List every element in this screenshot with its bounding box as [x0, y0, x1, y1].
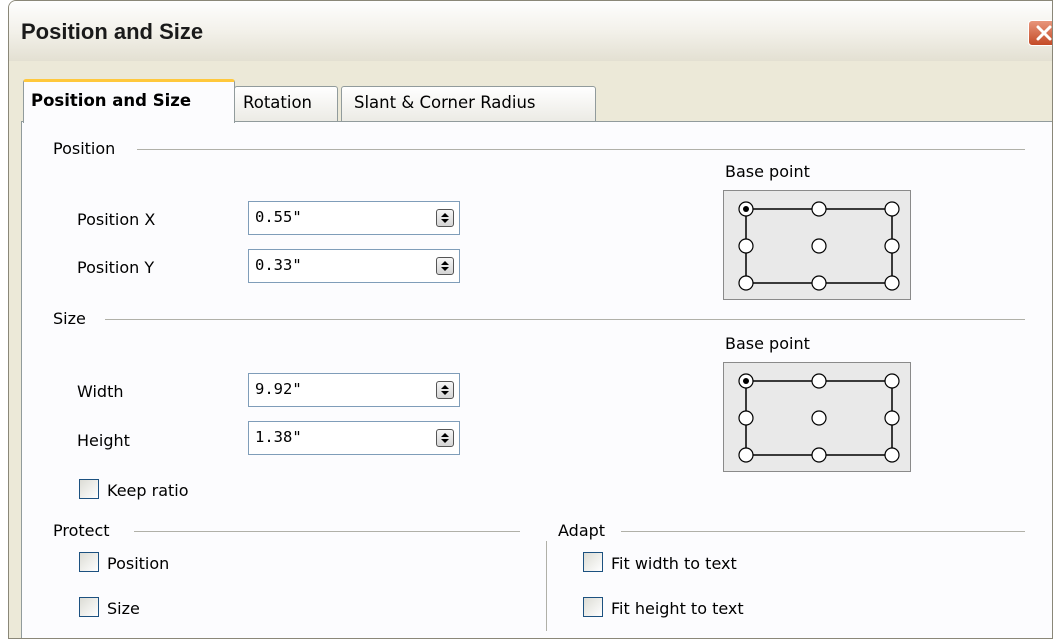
- tab-label: Position and Size: [31, 91, 192, 110]
- position-x-spinner[interactable]: [436, 209, 454, 227]
- base-point-middle-left[interactable]: [738, 410, 754, 426]
- height-label: Height: [77, 431, 130, 450]
- position-y-label: Position Y: [77, 258, 155, 277]
- protect-position-checkbox[interactable]: [79, 552, 99, 572]
- base-point-diagram: [738, 201, 900, 291]
- width-value: 9.92": [255, 380, 302, 398]
- position-base-point-grid[interactable]: [723, 190, 911, 300]
- section-vertical-divider: [546, 541, 547, 631]
- size-divider: [105, 319, 1025, 320]
- selected-point-dot: [743, 206, 749, 212]
- title-bar[interactable]: Position and Size: [9, 1, 1052, 61]
- base-point-bottom-center[interactable]: [811, 447, 827, 463]
- base-point-top-center[interactable]: [811, 201, 827, 217]
- width-field[interactable]: 9.92": [248, 373, 460, 407]
- position-heading: Position: [53, 139, 116, 158]
- base-point-bottom-left[interactable]: [738, 447, 754, 463]
- base-point-center[interactable]: [811, 238, 827, 254]
- protect-divider: [134, 531, 520, 532]
- base-point-bottom-center[interactable]: [811, 275, 827, 291]
- protect-heading: Protect: [53, 521, 110, 540]
- spin-arrows-icon: [441, 433, 449, 443]
- fit-width-checkbox[interactable]: [583, 552, 603, 572]
- fit-height-checkbox[interactable]: [583, 597, 603, 617]
- spin-arrows-icon: [441, 385, 449, 395]
- dialog-window: Position and Size Position and Size Rota…: [8, 0, 1053, 639]
- close-icon: [1036, 25, 1052, 41]
- base-point-top-right[interactable]: [884, 201, 900, 217]
- spin-arrows-icon: [441, 261, 449, 271]
- base-point-top-right[interactable]: [884, 373, 900, 389]
- keep-ratio-label: Keep ratio: [107, 481, 189, 500]
- keep-ratio-checkbox[interactable]: [79, 479, 99, 499]
- base-point-middle-right[interactable]: [884, 410, 900, 426]
- tab-rotation[interactable]: Rotation: [234, 86, 338, 122]
- position-base-point-label: Base point: [725, 162, 810, 181]
- protect-size-label: Size: [107, 599, 140, 618]
- tab-label: Rotation: [243, 93, 313, 112]
- selected-point-dot: [743, 378, 749, 384]
- position-x-label: Position X: [77, 210, 156, 229]
- base-point-bottom-left[interactable]: [738, 275, 754, 291]
- protect-position-label: Position: [107, 554, 170, 573]
- protect-size-checkbox[interactable]: [79, 597, 99, 617]
- base-point-bottom-right[interactable]: [884, 275, 900, 291]
- width-label: Width: [77, 382, 124, 401]
- base-point-center[interactable]: [811, 410, 827, 426]
- position-y-spinner[interactable]: [436, 257, 454, 275]
- base-point-top-center[interactable]: [811, 373, 827, 389]
- base-point-bottom-right[interactable]: [884, 447, 900, 463]
- tab-label: Slant & Corner Radius: [354, 93, 536, 112]
- adapt-heading: Adapt: [558, 521, 606, 540]
- base-point-middle-left[interactable]: [738, 238, 754, 254]
- fit-width-label: Fit width to text: [611, 554, 737, 573]
- base-point-middle-right[interactable]: [884, 238, 900, 254]
- spin-arrows-icon: [441, 213, 449, 223]
- close-button[interactable]: [1028, 20, 1052, 46]
- size-base-point-grid[interactable]: [723, 362, 911, 472]
- dialog-title: Position and Size: [21, 19, 204, 44]
- height-field[interactable]: 1.38": [248, 421, 460, 455]
- size-base-point-label: Base point: [725, 334, 810, 353]
- height-spinner[interactable]: [436, 429, 454, 447]
- base-point-diagram: [738, 373, 900, 463]
- width-spinner[interactable]: [436, 381, 454, 399]
- adapt-divider: [621, 531, 1025, 532]
- size-heading: Size: [53, 309, 86, 328]
- position-x-field[interactable]: 0.55": [248, 201, 460, 235]
- fit-height-label: Fit height to text: [611, 599, 744, 618]
- tab-slant-corner-radius[interactable]: Slant & Corner Radius: [341, 86, 596, 122]
- position-x-value: 0.55": [255, 208, 302, 226]
- position-divider: [137, 149, 1025, 150]
- tab-position-and-size[interactable]: Position and Size: [23, 79, 235, 123]
- height-value: 1.38": [255, 428, 302, 446]
- position-y-value: 0.33": [255, 256, 302, 274]
- position-y-field[interactable]: 0.33": [248, 249, 460, 283]
